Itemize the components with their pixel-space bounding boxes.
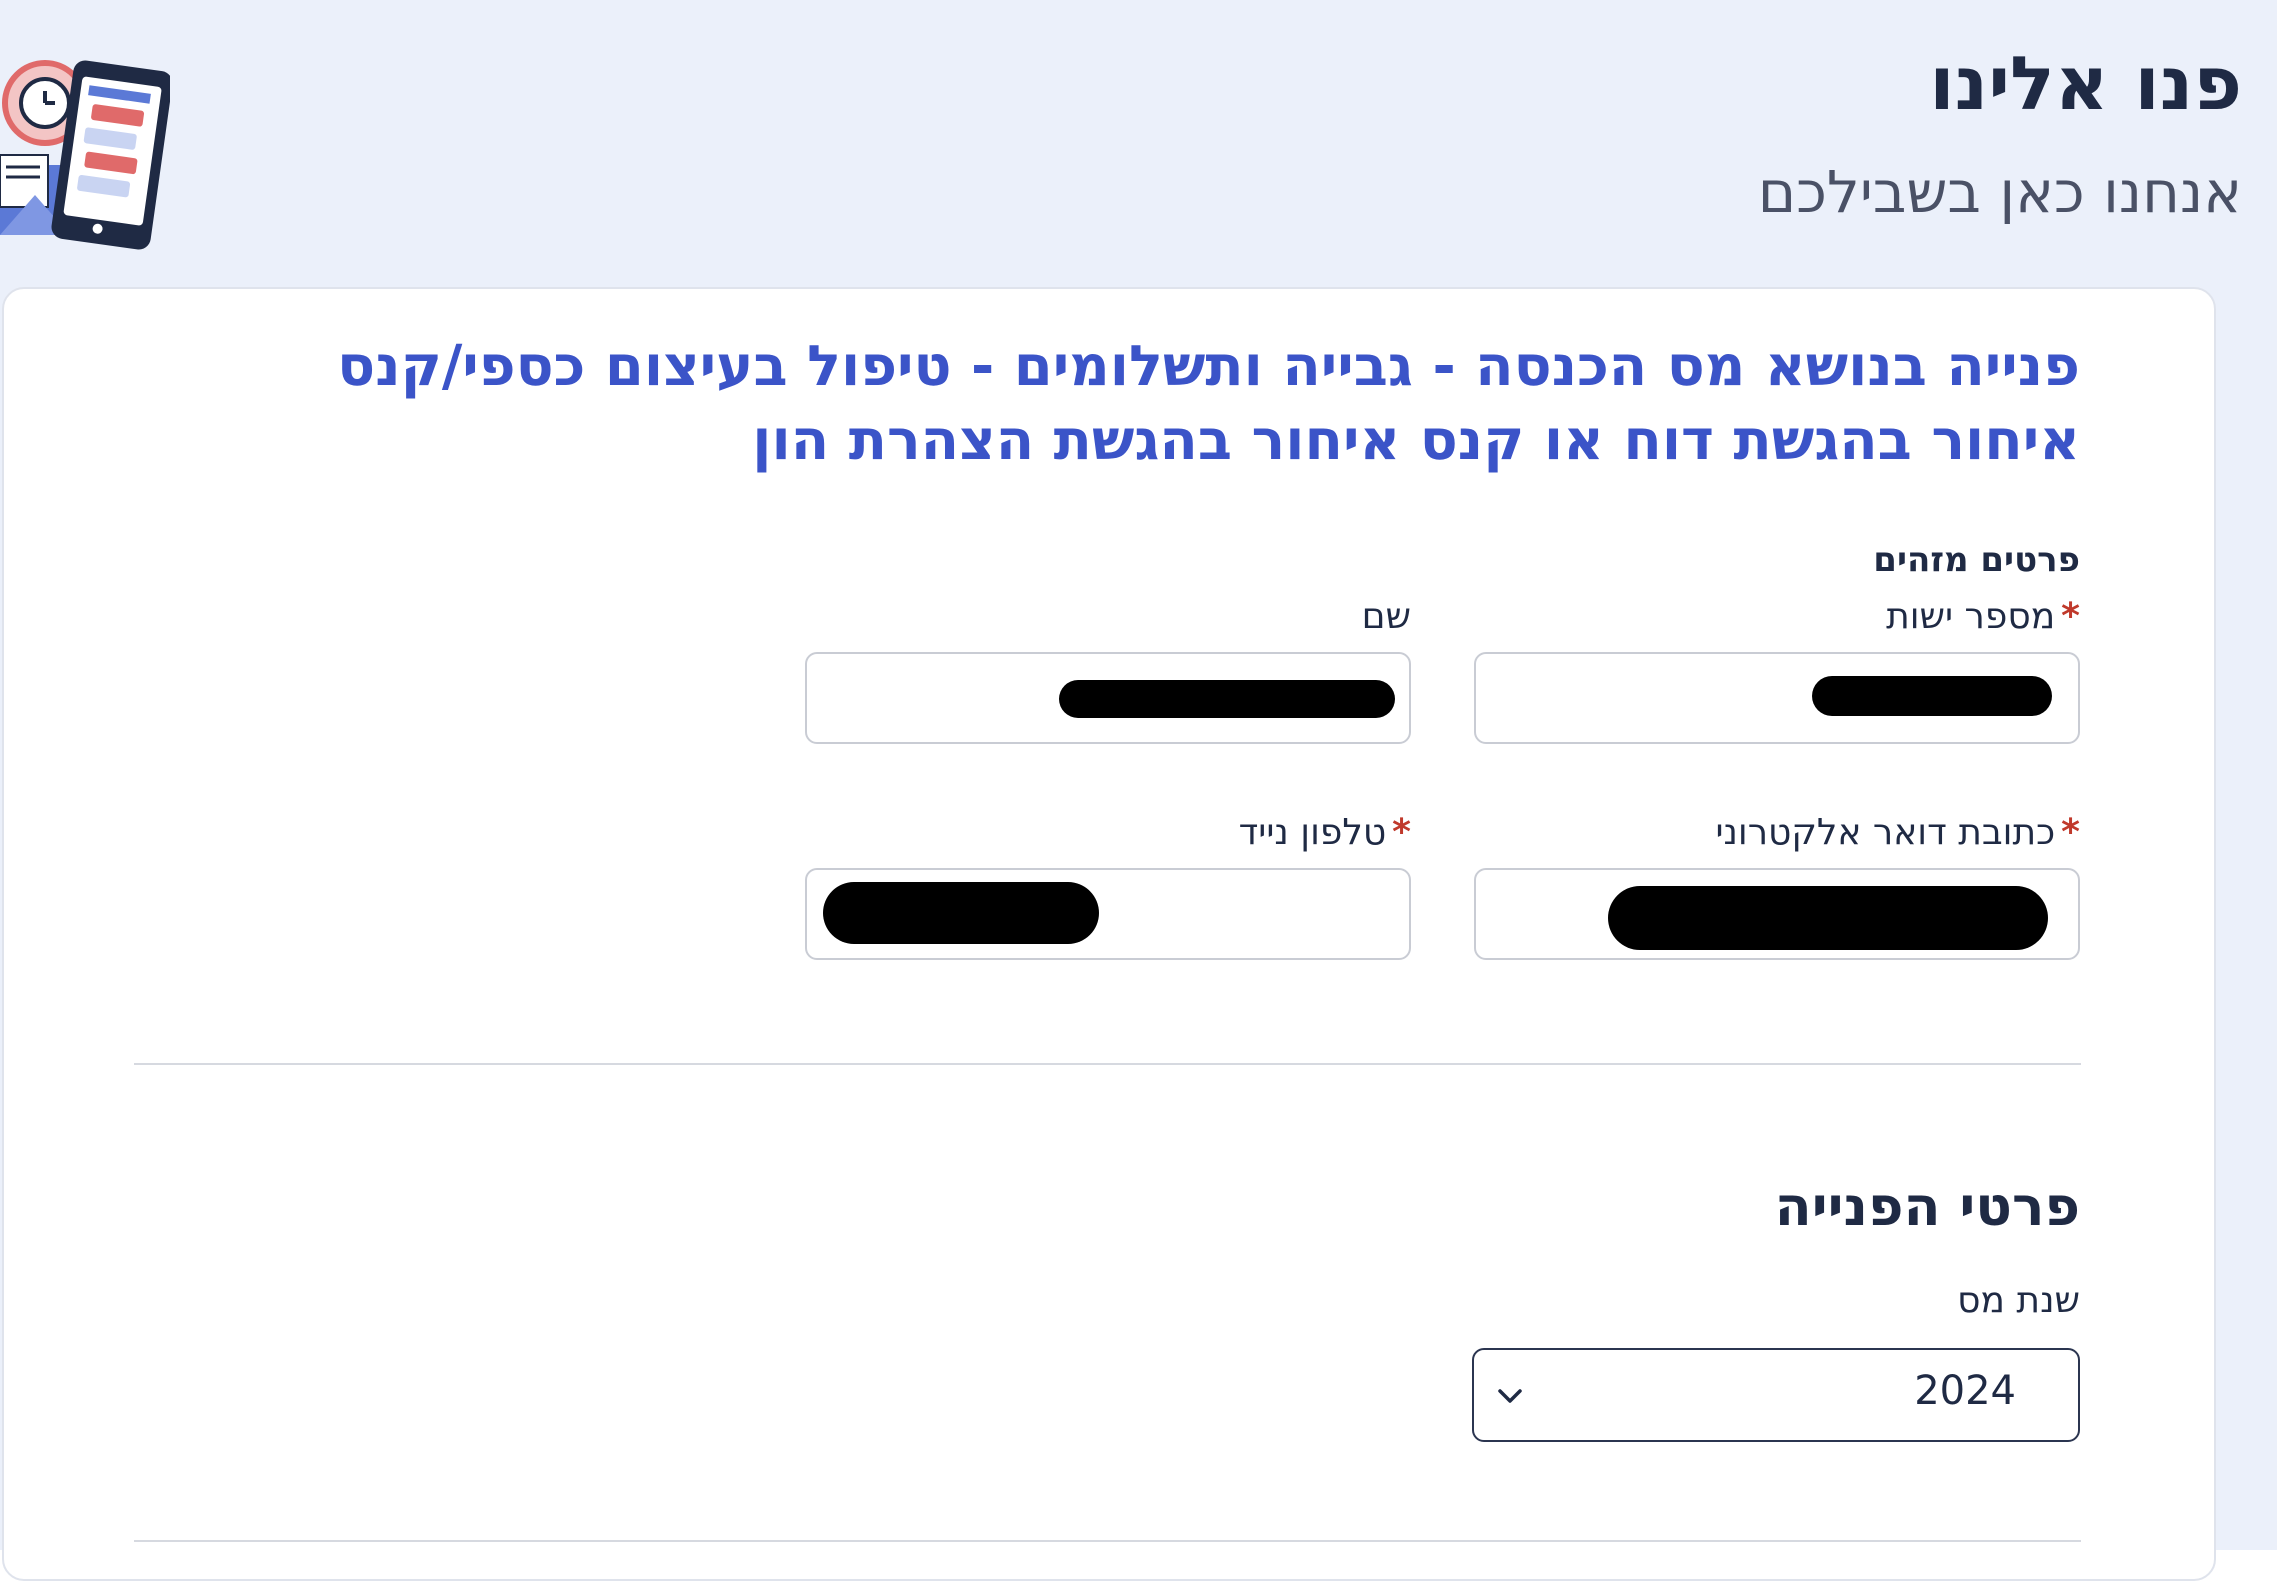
required-marker: * <box>1392 812 1411 853</box>
required-marker: * <box>2061 812 2080 853</box>
redacted-value <box>1812 676 2052 716</box>
mobile-label: *טלפון נייד <box>1238 812 1411 853</box>
page-title: פנו אלינו <box>1929 41 2242 127</box>
page-subtitle: אנחנו כאן בשבילכם <box>1757 158 2242 226</box>
tax-year-label: שנת מס <box>1957 1280 2080 1321</box>
tax-year-select[interactable]: 2024 <box>1472 1348 2080 1442</box>
name-label: שם <box>1361 596 1411 637</box>
redacted-value <box>1608 886 2048 950</box>
request-details-title: פרטי הפנייה <box>1774 1175 2080 1238</box>
background-decoration <box>2217 1110 2277 1550</box>
chevron-down-icon <box>1498 1389 1522 1403</box>
bottom-divider <box>134 1540 2081 1542</box>
tax-year-value: 2024 <box>1914 1368 2016 1414</box>
name-field[interactable] <box>805 652 1411 744</box>
id-number-label: *מספר ישות <box>1886 596 2080 637</box>
email-field[interactable] <box>1474 868 2080 960</box>
identifying-details-label: פרטים מזהים <box>1873 540 2080 580</box>
section-divider <box>134 1063 2081 1065</box>
email-label: *כתובת דואר אלקטרוני <box>1715 812 2080 853</box>
id-number-field[interactable] <box>1474 652 2080 744</box>
redacted-value <box>823 882 1099 944</box>
required-marker: * <box>2061 596 2080 637</box>
redacted-value <box>1059 680 1395 718</box>
form-heading: פנייה בנושא מס הכנסה - גבייה ותשלומים - … <box>337 334 2080 473</box>
contact-phone-mail-illustration <box>0 60 170 250</box>
mobile-field[interactable] <box>805 868 1411 960</box>
